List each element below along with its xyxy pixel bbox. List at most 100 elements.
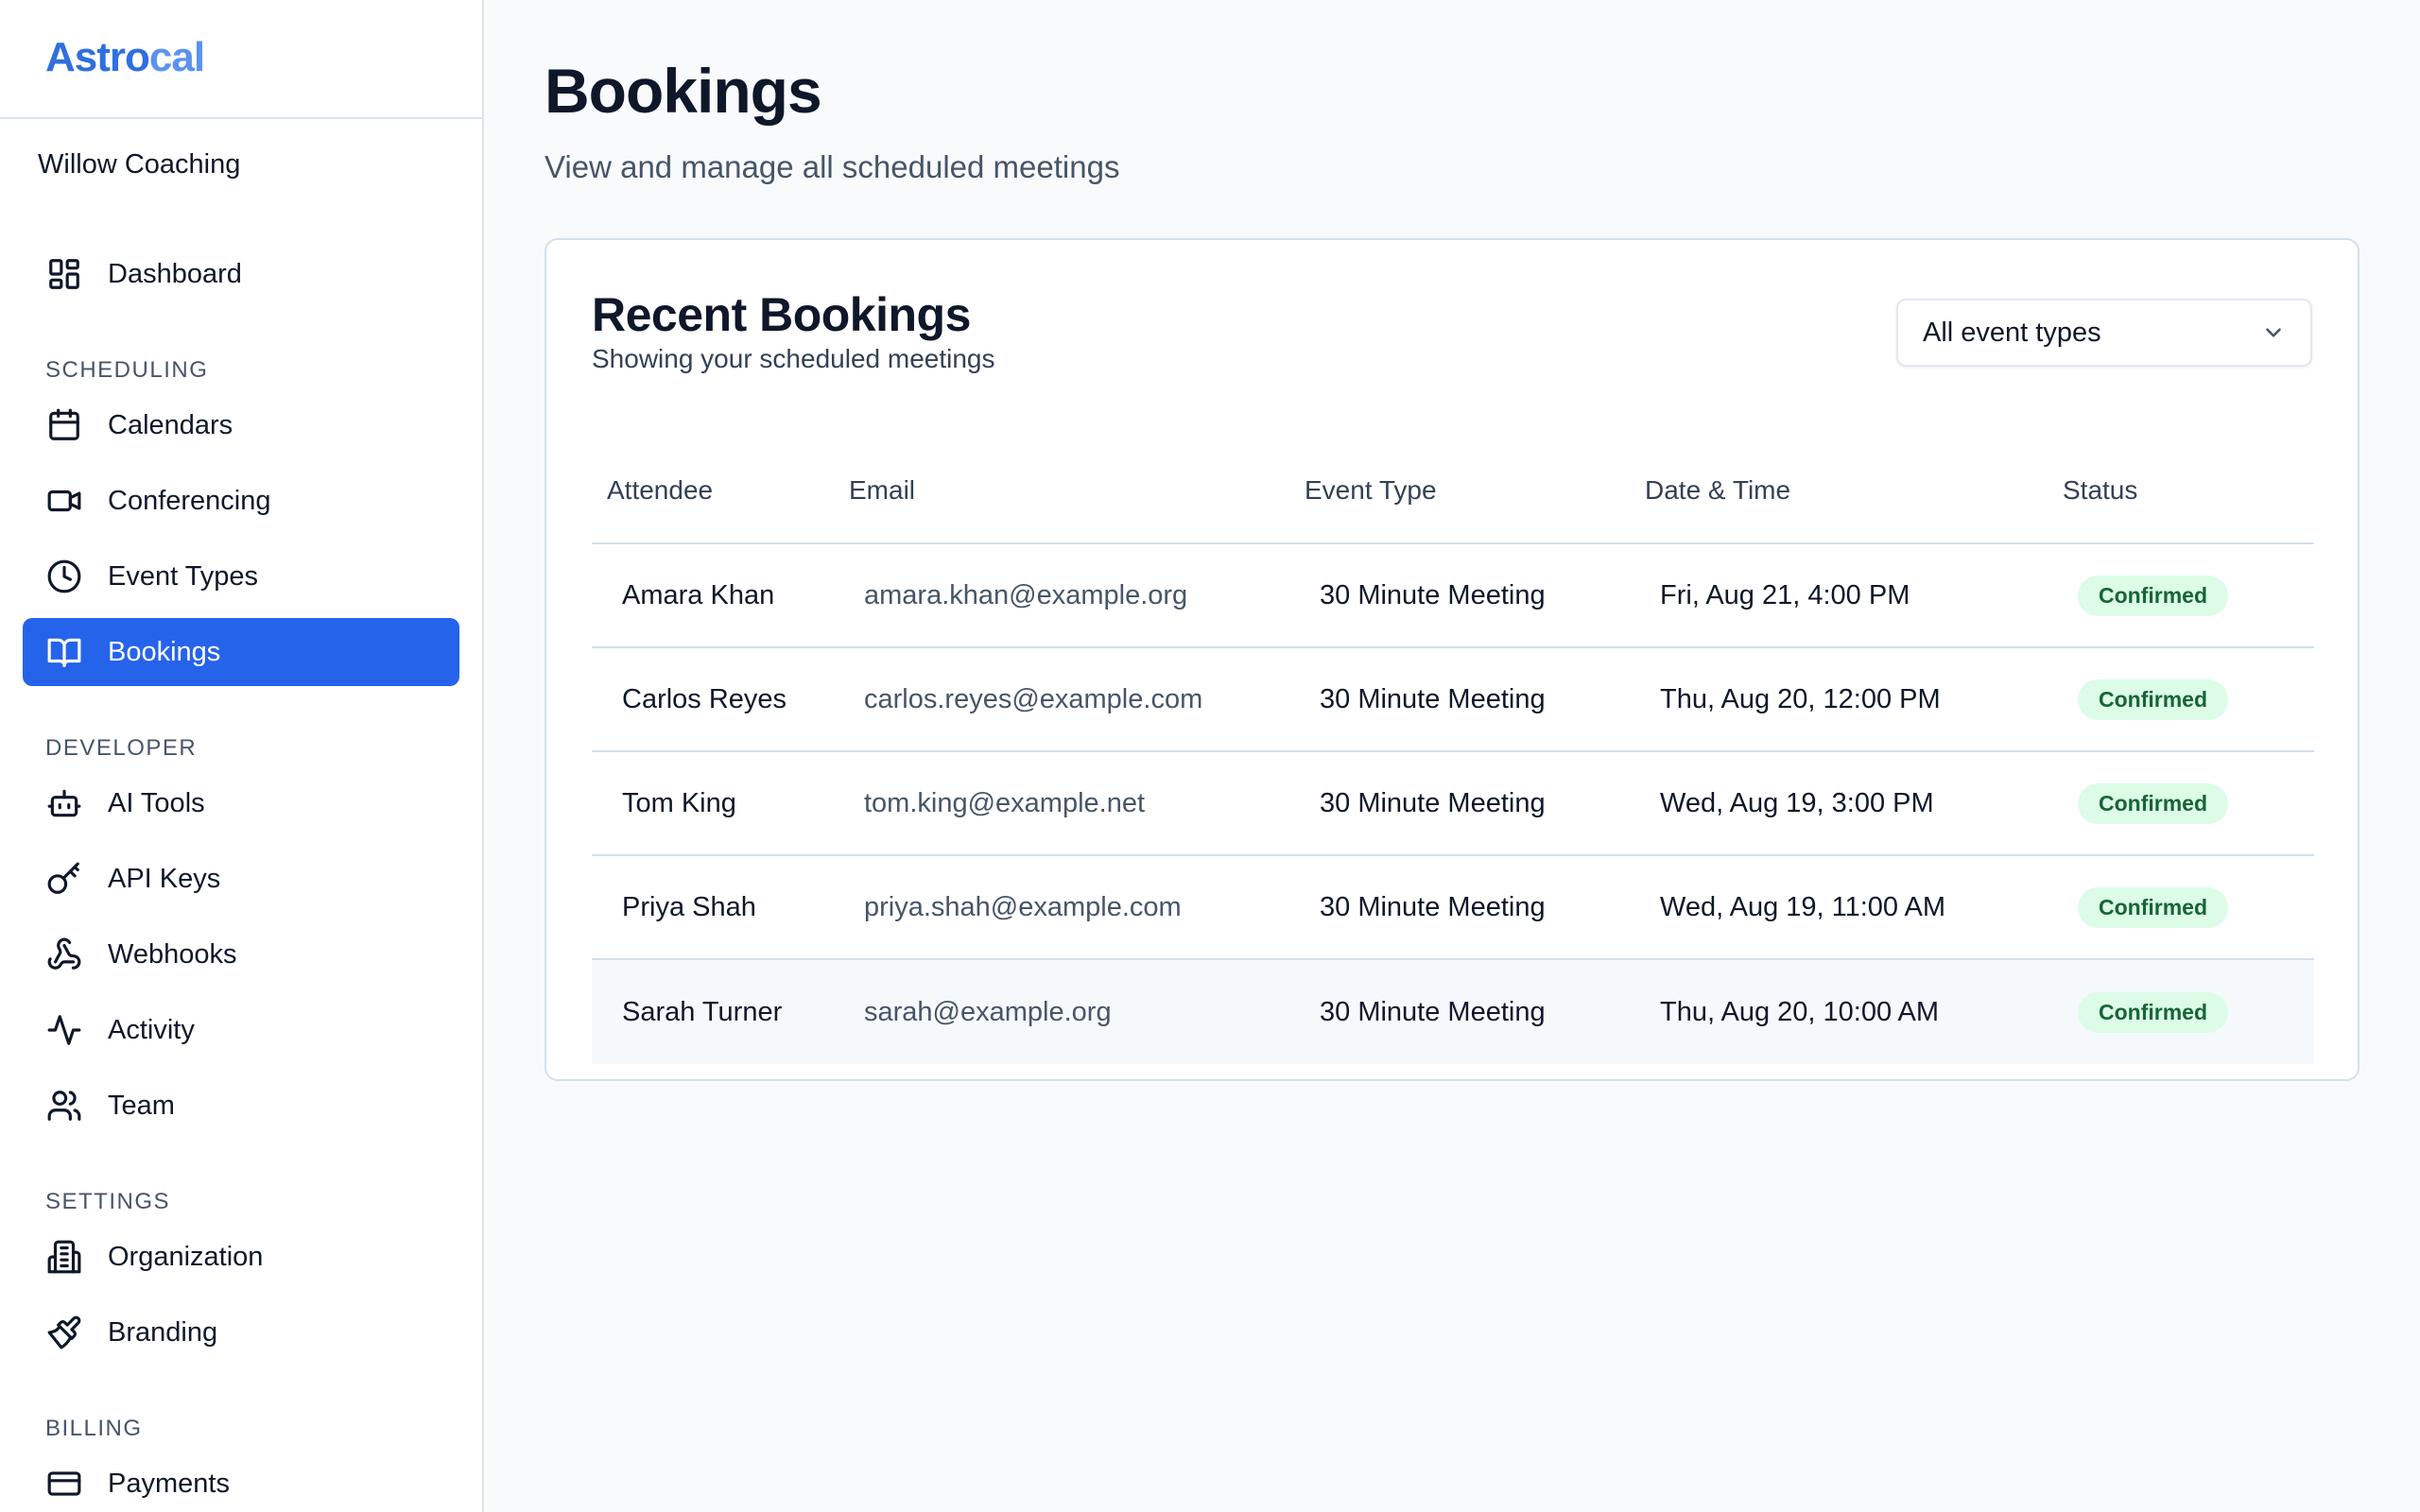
column-header-date-time[interactable]: Date & Time	[1645, 475, 2063, 506]
section-label-developer: DEVELOPER	[45, 735, 198, 761]
sidebar-item-ai-tools[interactable]: AI Tools	[23, 769, 459, 837]
sidebar-item-label: Dashboard	[108, 258, 242, 289]
main-content: Bookings View and manage all scheduled m…	[484, 0, 2420, 1512]
sidebar-item-label: Calendars	[108, 409, 233, 440]
sidebar-item-conferencing[interactable]: Conferencing	[23, 467, 459, 535]
sidebar-item-label: Payments	[108, 1468, 230, 1499]
attendee-name: Amara Khan	[622, 579, 775, 610]
building-icon	[45, 1238, 83, 1276]
sidebar-item-api-keys[interactable]: API Keys	[23, 845, 459, 913]
event-type: 30 Minute Meeting	[1320, 996, 1546, 1027]
table-header: Attendee Email Event Type Date & Time St…	[592, 438, 2314, 544]
date-time: Thu, Aug 20, 12:00 PM	[1660, 683, 1941, 714]
key-icon	[45, 860, 83, 898]
event-type: 30 Minute Meeting	[1320, 891, 1546, 922]
status-cell: Confirmed	[2063, 991, 2314, 1033]
sidebar-item-label: Branding	[108, 1316, 218, 1348]
attendee-name: Tom King	[622, 787, 736, 818]
page-title: Bookings	[544, 56, 822, 126]
sidebar-item-label: AI Tools	[108, 787, 205, 818]
sidebar-item-label: Bookings	[108, 636, 221, 667]
status-badge: Confirmed	[2078, 886, 2228, 928]
status-badge: Confirmed	[2078, 991, 2228, 1033]
table-row[interactable]: Carlos Reyes carlos.reyes@example.com 30…	[592, 648, 2314, 752]
calendar-icon	[45, 406, 83, 444]
paintbrush-icon	[45, 1314, 83, 1351]
sidebar-item-organization[interactable]: Organization	[23, 1223, 459, 1291]
status-cell: Confirmed	[2063, 782, 2314, 824]
recent-bookings-card: Recent Bookings Showing your scheduled m…	[544, 238, 2360, 1081]
sidebar-item-label: API Keys	[108, 863, 221, 894]
status-badge: Confirmed	[2078, 782, 2228, 824]
sidebar-item-label: Organization	[108, 1241, 264, 1272]
sidebar-item-label: Team	[108, 1090, 175, 1121]
status-cell: Confirmed	[2063, 679, 2314, 720]
sidebar-item-bookings[interactable]: Bookings	[23, 618, 459, 686]
sidebar-item-label: Event Types	[108, 560, 259, 592]
date-time: Fri, Aug 21, 4:00 PM	[1660, 579, 1910, 610]
sidebar: Astrocal Willow Coaching Dashboard SCHED…	[0, 0, 484, 1512]
app-root: Astrocal Willow Coaching Dashboard SCHED…	[0, 0, 2420, 1512]
card-subtitle: Showing your scheduled meetings	[592, 344, 995, 373]
section-label-billing: BILLING	[45, 1416, 143, 1441]
date-time: Wed, Aug 19, 11:00 AM	[1660, 891, 1946, 922]
chevron-down-icon	[2266, 328, 2281, 337]
logo-tail: cal	[148, 34, 205, 80]
clock-icon	[45, 558, 83, 595]
sidebar-item-event-types[interactable]: Event Types	[23, 542, 459, 610]
status-cell: Confirmed	[2063, 575, 2314, 616]
attendee-email: priya.shah@example.com	[864, 891, 1182, 922]
status-badge: Confirmed	[2078, 679, 2228, 720]
credit-card-icon	[45, 1465, 83, 1503]
section-label-settings: SETTINGS	[45, 1189, 171, 1214]
event-type: 30 Minute Meeting	[1320, 579, 1546, 610]
app-logo[interactable]: Astrocal	[45, 34, 205, 81]
book-icon	[45, 633, 83, 671]
table-row[interactable]: Priya Shah priya.shah@example.com 30 Min…	[592, 856, 2314, 960]
date-time: Wed, Aug 19, 3:00 PM	[1660, 787, 1934, 818]
attendee-name: Carlos Reyes	[622, 683, 787, 714]
video-icon	[45, 482, 83, 520]
table-row[interactable]: Tom King tom.king@example.net 30 Minute …	[592, 752, 2314, 856]
attendee-email: carlos.reyes@example.com	[864, 683, 1203, 714]
logo-main: Astro	[45, 34, 150, 80]
webhook-icon	[45, 936, 83, 973]
column-header-attendee[interactable]: Attendee	[592, 475, 849, 506]
sidebar-item-activity[interactable]: Activity	[23, 996, 459, 1064]
attendee-email: sarah@example.org	[864, 996, 1112, 1027]
event-type-filter-value: All event types	[1923, 317, 2101, 348]
organization-name[interactable]: Willow Coaching	[38, 149, 240, 180]
sidebar-item-payments[interactable]: Payments	[23, 1450, 459, 1512]
sidebar-item-team[interactable]: Team	[23, 1072, 459, 1140]
sidebar-item-branding[interactable]: Branding	[23, 1298, 459, 1366]
column-header-event-type[interactable]: Event Type	[1305, 475, 1645, 506]
attendee-name: Sarah Turner	[622, 996, 783, 1027]
attendee-email: tom.king@example.net	[864, 787, 1146, 818]
attendee-email: amara.khan@example.org	[864, 579, 1188, 610]
sidebar-item-label: Webhooks	[108, 938, 237, 970]
bot-icon	[45, 784, 83, 822]
sidebar-item-webhooks[interactable]: Webhooks	[23, 920, 459, 988]
event-type: 30 Minute Meeting	[1320, 683, 1546, 714]
section-label-scheduling: SCHEDULING	[45, 357, 209, 383]
column-header-email[interactable]: Email	[849, 475, 1305, 506]
status-badge: Confirmed	[2078, 575, 2228, 616]
event-type-filter[interactable]: All event types	[1896, 299, 2312, 367]
sidebar-item-dashboard[interactable]: Dashboard	[23, 240, 459, 308]
page-subtitle: View and manage all scheduled meetings	[544, 149, 1120, 184]
column-header-status[interactable]: Status	[2063, 475, 2314, 506]
status-cell: Confirmed	[2063, 886, 2314, 928]
table-row[interactable]: Amara Khan amara.khan@example.org 30 Min…	[592, 544, 2314, 648]
logo-area: Astrocal	[0, 0, 482, 119]
card-title: Recent Bookings	[592, 288, 971, 341]
activity-icon	[45, 1011, 83, 1049]
sidebar-item-label: Activity	[108, 1014, 195, 1045]
bookings-table: Attendee Email Event Type Date & Time St…	[592, 438, 2314, 1064]
sidebar-item-label: Conferencing	[108, 485, 271, 516]
event-type: 30 Minute Meeting	[1320, 787, 1546, 818]
dashboard-icon	[45, 255, 83, 293]
table-row[interactable]: Sarah Turner sarah@example.org 30 Minute…	[592, 960, 2314, 1064]
date-time: Thu, Aug 20, 10:00 AM	[1660, 996, 1940, 1027]
sidebar-item-calendars[interactable]: Calendars	[23, 391, 459, 459]
attendee-name: Priya Shah	[622, 891, 756, 922]
